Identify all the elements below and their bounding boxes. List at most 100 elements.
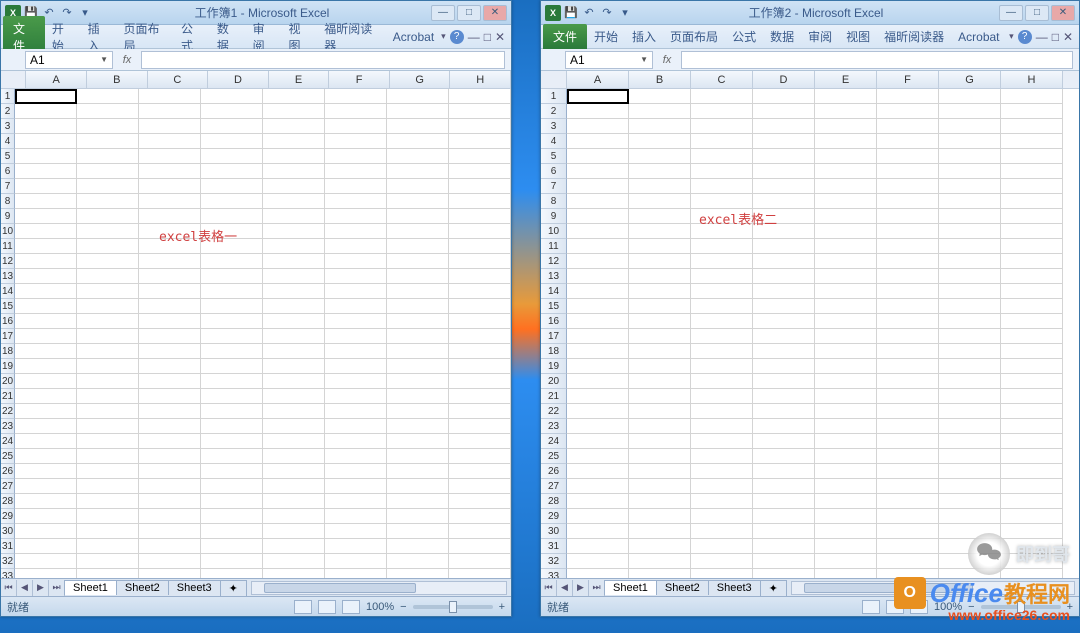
cell[interactable] xyxy=(201,374,263,389)
nav-last-icon[interactable]: ⏭ xyxy=(49,580,65,596)
cell[interactable] xyxy=(15,134,77,149)
cell[interactable] xyxy=(325,509,387,524)
row-header[interactable]: 22 xyxy=(541,404,567,419)
cell[interactable] xyxy=(567,359,629,374)
row-header[interactable]: 23 xyxy=(541,419,567,434)
formula-input[interactable] xyxy=(681,51,1073,69)
cell[interactable] xyxy=(939,134,1001,149)
cell[interactable] xyxy=(567,449,629,464)
cell[interactable] xyxy=(691,434,753,449)
cell[interactable] xyxy=(263,509,325,524)
cell[interactable] xyxy=(15,329,77,344)
cell[interactable] xyxy=(139,524,201,539)
row-header[interactable]: 19 xyxy=(541,359,567,374)
cell[interactable] xyxy=(449,374,511,389)
cell[interactable] xyxy=(325,149,387,164)
cell[interactable] xyxy=(1001,284,1063,299)
cell[interactable] xyxy=(815,254,877,269)
cell[interactable] xyxy=(567,194,629,209)
cell[interactable] xyxy=(263,164,325,179)
cell[interactable] xyxy=(753,344,815,359)
cell[interactable] xyxy=(939,104,1001,119)
cell[interactable] xyxy=(1001,194,1063,209)
cell[interactable] xyxy=(629,254,691,269)
cell[interactable] xyxy=(815,329,877,344)
cell[interactable] xyxy=(753,524,815,539)
cell[interactable] xyxy=(201,194,263,209)
cell[interactable] xyxy=(815,374,877,389)
cell[interactable] xyxy=(139,374,201,389)
cell[interactable] xyxy=(939,164,1001,179)
cell[interactable] xyxy=(877,359,939,374)
cell[interactable] xyxy=(15,569,77,578)
cell[interactable] xyxy=(201,299,263,314)
cell[interactable] xyxy=(939,299,1001,314)
cell[interactable] xyxy=(939,374,1001,389)
row-header[interactable]: 6 xyxy=(1,164,15,179)
cell[interactable] xyxy=(753,299,815,314)
cell[interactable] xyxy=(877,389,939,404)
cell[interactable] xyxy=(77,464,139,479)
ribbon-tab-home[interactable]: 开始 xyxy=(587,24,625,49)
cell[interactable] xyxy=(877,449,939,464)
cell[interactable] xyxy=(691,299,753,314)
cell[interactable] xyxy=(877,374,939,389)
cell[interactable] xyxy=(691,329,753,344)
row-header[interactable]: 23 xyxy=(1,419,15,434)
cell[interactable] xyxy=(387,419,449,434)
cell[interactable] xyxy=(201,554,263,569)
cell[interactable] xyxy=(263,479,325,494)
cell[interactable] xyxy=(629,164,691,179)
cell[interactable] xyxy=(449,239,511,254)
cell[interactable] xyxy=(15,359,77,374)
row-header[interactable]: 30 xyxy=(1,524,15,539)
cell[interactable] xyxy=(387,89,449,104)
nav-next-icon[interactable]: ▶ xyxy=(33,580,49,596)
cell[interactable] xyxy=(201,89,263,104)
row-header[interactable]: 14 xyxy=(541,284,567,299)
cell[interactable] xyxy=(1001,404,1063,419)
cell[interactable] xyxy=(753,539,815,554)
cell[interactable] xyxy=(263,179,325,194)
row-header[interactable]: 8 xyxy=(541,194,567,209)
nav-first-icon[interactable]: ⏮ xyxy=(1,580,17,596)
nav-first-icon[interactable]: ⏮ xyxy=(541,580,557,596)
cell[interactable] xyxy=(201,329,263,344)
cell[interactable] xyxy=(815,164,877,179)
row-header[interactable]: 31 xyxy=(541,539,567,554)
cell[interactable] xyxy=(1001,434,1063,449)
cell[interactable] xyxy=(77,299,139,314)
minimize-button[interactable]: — xyxy=(431,5,455,21)
cell[interactable] xyxy=(815,284,877,299)
row-header[interactable]: 16 xyxy=(541,314,567,329)
cell[interactable] xyxy=(77,179,139,194)
cell[interactable] xyxy=(449,104,511,119)
doc-minimize-icon[interactable]: — xyxy=(1036,30,1048,44)
close-button[interactable]: ✕ xyxy=(483,5,507,21)
cell[interactable] xyxy=(387,509,449,524)
cell[interactable] xyxy=(815,404,877,419)
cell[interactable] xyxy=(77,569,139,578)
cell[interactable] xyxy=(139,194,201,209)
cell[interactable] xyxy=(1001,449,1063,464)
cell[interactable] xyxy=(201,434,263,449)
cell[interactable] xyxy=(449,254,511,269)
cell[interactable] xyxy=(387,299,449,314)
cell[interactable] xyxy=(877,509,939,524)
row-header[interactable]: 14 xyxy=(1,284,15,299)
cell[interactable] xyxy=(139,254,201,269)
cell[interactable] xyxy=(15,164,77,179)
doc-close-icon[interactable]: ✕ xyxy=(1063,30,1073,44)
cell[interactable] xyxy=(77,329,139,344)
row-header[interactable]: 12 xyxy=(541,254,567,269)
namebox-dropdown-icon[interactable]: ▼ xyxy=(640,55,648,64)
cell[interactable] xyxy=(325,374,387,389)
cell[interactable] xyxy=(263,419,325,434)
row-header[interactable]: 13 xyxy=(541,269,567,284)
cell[interactable] xyxy=(567,269,629,284)
cell[interactable] xyxy=(449,299,511,314)
view-normal-icon[interactable] xyxy=(294,600,312,614)
cell[interactable] xyxy=(815,419,877,434)
fx-icon[interactable]: fx xyxy=(655,54,679,66)
cell[interactable] xyxy=(815,539,877,554)
